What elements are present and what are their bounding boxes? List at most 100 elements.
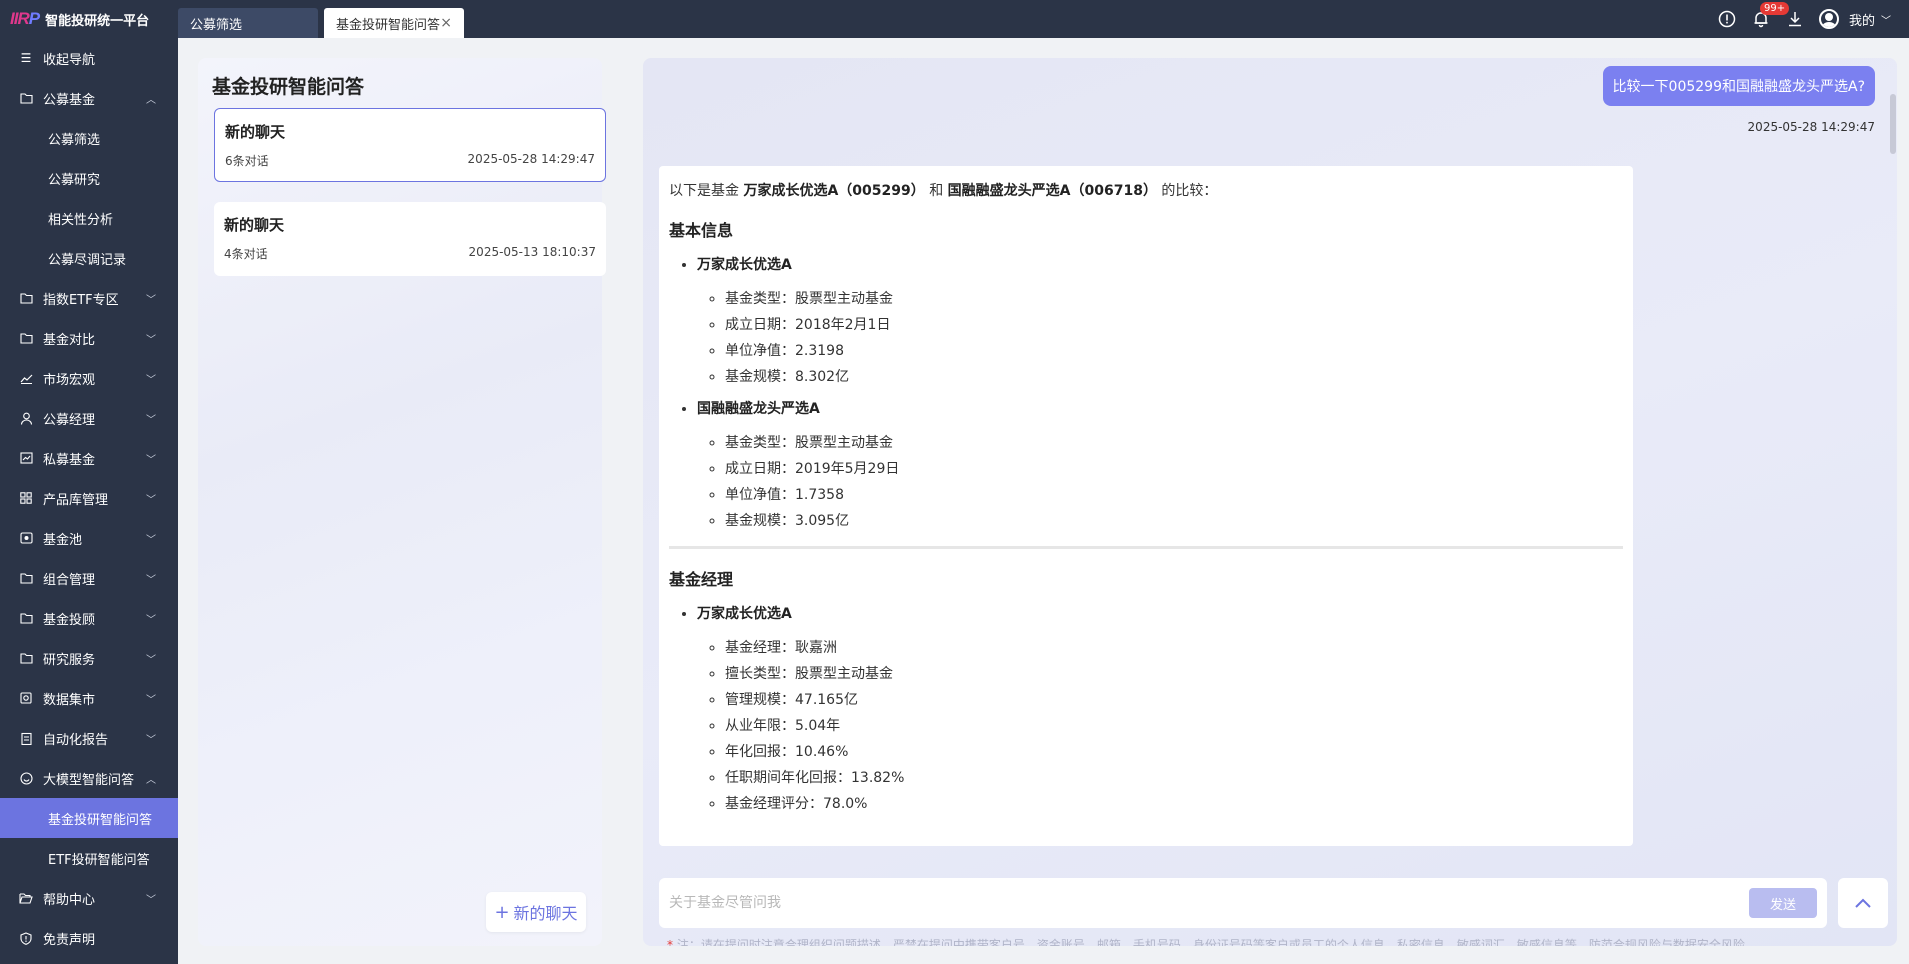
chevron-down-icon: ﹀ (146, 534, 156, 546)
fund-list: 万家成长优选A 基金经理：耿嘉洲 擅长类型：股票型主动基金 管理规模：47.16… (669, 601, 1623, 817)
answer-intro: 以下是基金 万家成长优选A（005299） 和 国融融盛龙头严选A（006718… (669, 183, 1218, 199)
sidebar-item-advisory[interactable]: 基金投顾 ﹀ (0, 598, 178, 638)
sidebar-item-llm-qa[interactable]: 大模型智能问答 ︿ (0, 758, 178, 798)
menu-icon: ☰ (20, 51, 32, 65)
sidebar-item-data-mart[interactable]: 数据集市 ﹀ (0, 678, 178, 718)
list-item: 万家成长优选A 基金经理：耿嘉洲 擅长类型：股票型主动基金 管理规模：47.16… (697, 601, 1623, 817)
fund-list: 万家成长优选A 基金类型：股票型主动基金 成立日期：2018年2月1日 单位净值… (669, 252, 1623, 534)
sidebar-item-etf-qa[interactable]: ETF投研智能问答 (0, 838, 178, 878)
tab-bar: 公募筛选 基金投研智能问答 × (178, 0, 464, 38)
sidebar-item-label: 产品库管理 (43, 492, 109, 508)
sidebar-item-label: 公募尽调记录 (48, 252, 127, 268)
compliance-notice: * 注：请在提问时注意合理组织问题描述，严禁在提问中携带客户号、资金账号、邮箱、… (667, 938, 1757, 946)
sidebar-item-label: 公募研究 (48, 172, 101, 188)
send-button[interactable]: 发送 (1749, 888, 1817, 918)
sidebar-item-portfolio[interactable]: 组合管理 ﹀ (0, 558, 178, 598)
chevron-down-icon: ﹀ (146, 734, 156, 746)
chevron-down-icon: ﹀ (146, 574, 156, 586)
sidebar-item-public-funds[interactable]: 公募基金 ︿ (0, 78, 178, 118)
plus-icon: + (494, 901, 510, 923)
sidebar-item-product-library[interactable]: 产品库管理 ﹀ (0, 478, 178, 518)
sidebar-item-fund-manager[interactable]: 公募经理 ﹀ (0, 398, 178, 438)
scrollbar-thumb[interactable] (1890, 94, 1896, 154)
sidebar-item-label: 私募基金 (43, 452, 96, 468)
list-item: 成立日期：2018年2月1日 (725, 312, 1623, 338)
info-icon[interactable] (1717, 9, 1737, 29)
list-item: 单位净值：2.3198 (725, 338, 1623, 364)
close-icon[interactable]: × (440, 15, 452, 31)
chevron-down-icon: ﹀ (146, 294, 156, 306)
sidebar-item-label: 基金对比 (43, 332, 96, 348)
folder-icon (18, 652, 34, 664)
sidebar-item-correlation[interactable]: 相关性分析 (0, 198, 178, 238)
list-item: 万家成长优选A 基金类型：股票型主动基金 成立日期：2018年2月1日 单位净值… (697, 252, 1623, 390)
main-content: 基金投研智能问答 新的聊天 6条对话 2025-05-28 14:29:47 新… (178, 38, 1909, 964)
sidebar-item-fund-compare[interactable]: 基金对比 ﹀ (0, 318, 178, 358)
list-item: 年化回报：10.46% (725, 739, 1623, 765)
sidebar-item-private-funds[interactable]: 私募基金 ﹀ (0, 438, 178, 478)
list-item: 管理规模：47.165亿 (725, 687, 1623, 713)
chat-item[interactable]: 新的聊天 6条对话 2025-05-28 14:29:47 (214, 108, 606, 182)
sidebar-item-research-service[interactable]: 研究服务 ﹀ (0, 638, 178, 678)
shield-icon (18, 931, 34, 945)
download-icon[interactable] (1785, 9, 1805, 29)
tab-fund-qa[interactable]: 基金投研智能问答 × (324, 8, 464, 38)
fund-name: 万家成长优选A (697, 606, 792, 622)
sidebar-item-label: 收起导航 (43, 52, 96, 68)
list-item: 从业年限：5.04年 (725, 713, 1623, 739)
database-icon (18, 692, 34, 704)
sidebar-item-label: ETF投研智能问答 (48, 852, 150, 868)
chevron-down-icon: ﹀ (146, 454, 156, 466)
sidebar-item-index-etf[interactable]: 指数ETF专区 ﹀ (0, 278, 178, 318)
user-message-time: 2025-05-28 14:29:47 (1747, 120, 1875, 134)
sidebar: ☰ 收起导航 公募基金 ︿ 公募筛选 公募研究 相关性分析 公募尽调记录 指数E… (0, 38, 178, 964)
list-item: 成立日期：2019年5月29日 (725, 456, 1623, 482)
scroll-up-button[interactable] (1838, 878, 1888, 928)
sidebar-item-disclaimer[interactable]: 免责声明 (0, 918, 178, 958)
chevron-down-icon: ﹀ (146, 414, 156, 426)
new-chat-label: 新的聊天 (513, 904, 578, 923)
sidebar-item-fund-screening[interactable]: 公募筛选 (0, 118, 178, 158)
chart-line-icon (18, 373, 34, 384)
chat-item[interactable]: 新的聊天 4条对话 2025-05-13 18:10:37 (214, 202, 606, 276)
chevron-down-icon: ﹀ (146, 494, 156, 506)
chat-item-title: 新的聊天 (225, 123, 286, 141)
chevron-up-icon: ︿ (146, 774, 156, 786)
new-chat-button[interactable]: + 新的聊天 (486, 892, 586, 932)
sidebar-item-macro[interactable]: 市场宏观 ﹀ (0, 358, 178, 398)
pool-icon (18, 532, 34, 544)
sidebar-item-due-diligence[interactable]: 公募尽调记录 (0, 238, 178, 278)
page-title: 基金投研智能问答 (212, 76, 365, 98)
brand[interactable]: IIRP 智能投研统一平台 (0, 0, 178, 38)
sidebar-item-auto-report[interactable]: 自动化报告 ﹀ (0, 718, 178, 758)
sidebar-item-fund-pool[interactable]: 基金池 ﹀ (0, 518, 178, 558)
sidebar-item-label: 基金池 (43, 532, 83, 548)
list-item: 基金规模：8.302亿 (725, 364, 1623, 390)
chat-input-box: 发送 (659, 878, 1827, 928)
list-item: 基金类型：股票型主动基金 (725, 286, 1623, 312)
folder-icon (18, 572, 34, 584)
sidebar-item-fund-research[interactable]: 公募研究 (0, 158, 178, 198)
section-heading: 基本信息 (669, 221, 734, 240)
chevron-down-icon: ﹀ (146, 334, 156, 346)
sidebar-item-label: 数据集市 (43, 692, 96, 708)
user-menu[interactable]: 我的 ﹀ (1818, 9, 1891, 29)
sidebar-item-help[interactable]: 帮助中心 ﹀ (0, 878, 178, 918)
chat-item-count: 6条对话 (225, 154, 269, 168)
tab-fund-screening[interactable]: 公募筛选 (178, 8, 318, 38)
sidebar-collapse[interactable]: ☰ 收起导航 (0, 38, 178, 78)
user-menu-label: 我的 (1848, 13, 1875, 29)
sidebar-item-fund-qa[interactable]: 基金投研智能问答 (0, 798, 178, 838)
chevron-down-icon: ﹀ (146, 374, 156, 386)
list-item: 任职期间年化回报：13.82% (725, 765, 1623, 791)
folder-icon (18, 92, 34, 104)
conversation-panel: 比较一下005299和国融融盛龙头严选A? 2025-05-28 14:29:4… (643, 58, 1897, 946)
scrollbar[interactable] (1889, 58, 1897, 846)
folder-icon (18, 292, 34, 304)
chevron-down-icon: ﹀ (146, 694, 156, 706)
fund-name: 万家成长优选A (697, 257, 792, 273)
bell-icon[interactable]: 99+ (1751, 2, 1790, 29)
brand-title: 智能投研统一平台 (45, 13, 150, 29)
chat-input[interactable] (669, 895, 1749, 911)
sidebar-item-label: 指数ETF专区 (43, 292, 119, 308)
